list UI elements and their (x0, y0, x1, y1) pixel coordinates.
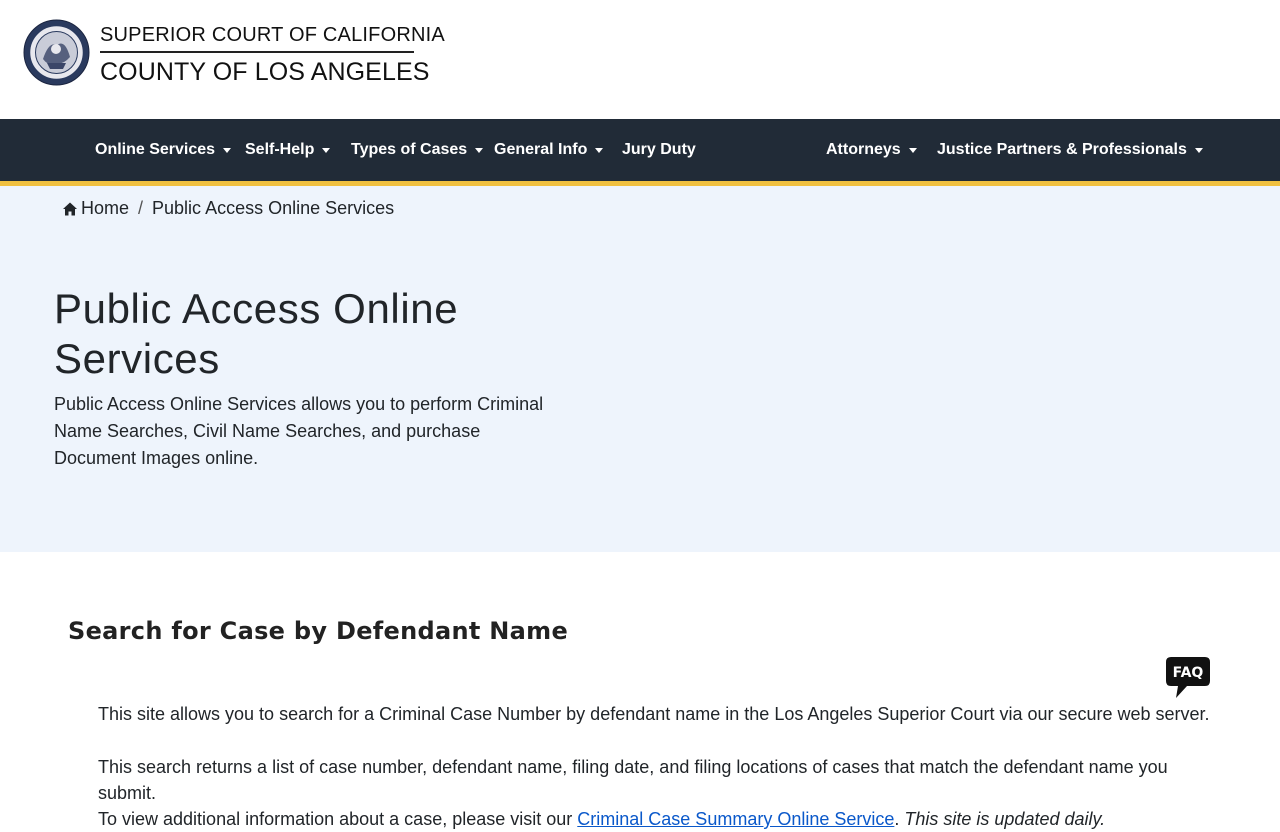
logo-line-county: COUNTY OF LOS ANGELES (100, 57, 430, 86)
nav-jury-duty[interactable]: Jury Duty (622, 119, 696, 181)
nav-online-services[interactable]: Online Services (95, 119, 232, 181)
faq-bubble-icon: FAQ (1166, 657, 1210, 698)
section-title: Search for Case by Defendant Name (68, 617, 569, 645)
nav-label: General Info (494, 141, 588, 158)
court-seal-icon[interactable] (23, 19, 90, 86)
caret-down-icon (1194, 147, 1203, 153)
page-title: Public Access Online Services (54, 285, 459, 382)
caret-down-icon (475, 147, 484, 153)
caret-down-icon (595, 147, 604, 153)
hero-banner: Home / Public Access Online Services Pub… (0, 186, 1280, 552)
nav-justice-partners[interactable]: Justice Partners & Professionals (937, 119, 1203, 181)
page-description: Public Access Online Services allows you… (54, 394, 544, 468)
nav-label: Online Services (95, 141, 216, 158)
nav-general-info[interactable]: General Info (494, 119, 604, 181)
nav-label: Self-Help (245, 141, 315, 158)
punctuation: . (894, 809, 905, 829)
nav-attorneys[interactable]: Attorneys (826, 119, 917, 181)
caret-down-icon (908, 147, 917, 153)
results-text-more: To view additional information about a c… (98, 809, 578, 829)
breadcrumb: Home / Public Access Online Services (62, 198, 394, 219)
criminal-case-summary-link[interactable]: Criminal Case Summary Online Service (577, 809, 894, 829)
faq-label: FAQ (1173, 665, 1204, 681)
nav-label: Attorneys (826, 141, 901, 158)
nav-self-help[interactable]: Self-Help (245, 119, 331, 181)
caret-down-icon (223, 147, 232, 153)
site-header: SUPERIOR COURT OF CALIFORNIA COUNTY OF L… (0, 0, 1280, 119)
home-icon (63, 202, 77, 215)
nav-label: Types of Cases (351, 141, 468, 158)
main-nav: Online Services Self-Help Types of Cases… (0, 119, 1280, 181)
logo-line-state: SUPERIOR COURT OF CALIFORNIA (100, 24, 445, 46)
breadcrumb-current: Public Access Online Services (152, 198, 395, 218)
site-logo-text[interactable]: SUPERIOR COURT OF CALIFORNIA COUNTY OF L… (100, 22, 445, 87)
results-text: This search returns a list of case numbe… (98, 757, 1168, 803)
update-note: This site is updated daily. (904, 809, 1106, 829)
nav-types-of-cases[interactable]: Types of Cases (351, 119, 484, 181)
breadcrumb-home-link[interactable]: Home (81, 198, 129, 219)
faq-icon[interactable]: FAQ (1165, 656, 1211, 700)
breadcrumb-separator: / (138, 198, 144, 218)
nav-label: Justice Partners & Professionals (937, 141, 1187, 158)
caret-down-icon (322, 147, 331, 153)
intro-paragraph: This site allows you to search for a Cri… (98, 704, 1210, 724)
logo-divider (100, 51, 414, 53)
results-paragraph: This search returns a list of case numbe… (98, 754, 1218, 832)
nav-label: Jury Duty (622, 141, 696, 158)
